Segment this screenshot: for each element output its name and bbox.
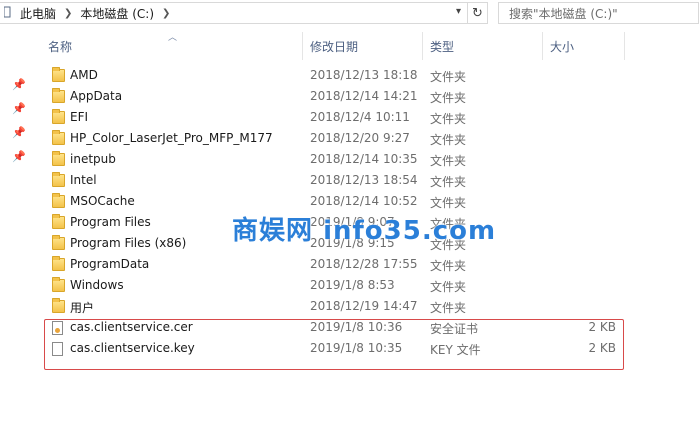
folder-icon xyxy=(52,130,65,145)
chevron-down-icon[interactable]: ▾ xyxy=(456,6,461,17)
breadcrumb-separator-icon[interactable]: ❯ xyxy=(162,8,170,19)
item-name: Intel xyxy=(70,173,97,187)
list-item[interactable]: MSOCache 2018/12/14 10:52 文件夹 xyxy=(46,191,626,212)
column-header-type[interactable]: 类型 xyxy=(430,38,454,55)
item-name: AppData xyxy=(70,89,123,103)
item-date: 2018/12/14 10:35 xyxy=(310,152,418,166)
item-date: 2018/12/28 17:55 xyxy=(310,257,418,271)
folder-icon xyxy=(52,256,65,271)
folder-icon xyxy=(52,109,65,124)
column-divider[interactable] xyxy=(422,32,423,60)
highlight-box xyxy=(44,319,624,370)
item-type: 文件夹 xyxy=(430,259,467,273)
address-bar[interactable]: 此电脑 ❯ 本地磁盘 (C:) ❯ ▾ xyxy=(0,2,468,24)
list-item[interactable]: EFI 2018/12/4 10:11 文件夹 xyxy=(46,107,626,128)
column-divider[interactable] xyxy=(542,32,543,60)
item-type: 文件夹 xyxy=(430,196,467,210)
folder-icon xyxy=(52,298,65,313)
pin-icon[interactable]: 📌 xyxy=(12,126,26,139)
item-name: EFI xyxy=(70,110,89,124)
folder-icon xyxy=(52,277,65,292)
folder-icon xyxy=(52,67,65,82)
folder-icon xyxy=(52,172,65,187)
item-date: 2019/1/8 8:53 xyxy=(310,278,395,292)
folder-icon xyxy=(52,235,65,250)
item-date: 2018/12/14 10:52 xyxy=(310,194,418,208)
item-name: Windows xyxy=(70,278,124,292)
item-name: 用户 xyxy=(70,301,95,315)
item-type: 文件夹 xyxy=(430,154,467,168)
item-name: inetpub xyxy=(70,152,116,166)
list-item[interactable]: Windows 2019/1/8 8:53 文件夹 xyxy=(46,275,626,296)
column-divider[interactable] xyxy=(302,32,303,60)
item-name: Program Files (x86) xyxy=(70,236,187,250)
item-type: 文件夹 xyxy=(430,133,467,147)
breadcrumb-this-pc[interactable]: 此电脑 xyxy=(20,5,56,22)
item-name: ProgramData xyxy=(70,257,150,271)
item-date: 2018/12/14 14:21 xyxy=(310,89,418,103)
watermark-en: info35.com xyxy=(323,216,497,246)
refresh-icon: ↻ xyxy=(472,5,483,21)
watermark: 商娱网 info35.com xyxy=(232,210,496,247)
column-header-row: ︿ 名称 修改日期 类型 大小 xyxy=(0,30,699,60)
folder-icon xyxy=(52,214,65,229)
this-pc-icon xyxy=(3,6,12,20)
item-name: AMD xyxy=(70,68,98,82)
item-type: 文件夹 xyxy=(430,70,467,84)
toolbar: 此电脑 ❯ 本地磁盘 (C:) ❯ ▾ ↻ 搜索"本地磁盘 (C:)" xyxy=(0,0,699,28)
sort-ascending-icon: ︿ xyxy=(168,33,178,43)
list-item[interactable]: AMD 2018/12/13 18:18 文件夹 xyxy=(46,65,626,86)
item-date: 2018/12/13 18:18 xyxy=(310,68,418,82)
breadcrumb-local-disk[interactable]: 本地磁盘 (C:) xyxy=(80,5,154,22)
item-name: MSOCache xyxy=(70,194,135,208)
folder-icon xyxy=(52,193,65,208)
folder-icon xyxy=(52,88,65,103)
item-type: 文件夹 xyxy=(430,280,467,294)
item-type: 文件夹 xyxy=(430,112,467,126)
pin-icon[interactable]: 📌 xyxy=(12,78,26,91)
breadcrumb-separator-icon[interactable]: ❯ xyxy=(64,8,72,19)
item-date: 2018/12/13 18:54 xyxy=(310,173,418,187)
column-header-size[interactable]: 大小 xyxy=(550,38,574,55)
folder-icon xyxy=(52,151,65,166)
item-type: 文件夹 xyxy=(430,175,467,189)
list-item[interactable]: HP_Color_LaserJet_Pro_MFP_M177 2018/12/2… xyxy=(46,128,626,149)
item-name: HP_Color_LaserJet_Pro_MFP_M177 xyxy=(70,131,273,145)
item-type: 文件夹 xyxy=(430,301,467,315)
item-date: 2018/12/20 9:27 xyxy=(310,131,410,145)
column-header-date[interactable]: 修改日期 xyxy=(310,38,358,55)
watermark-cn: 商娱网 xyxy=(232,216,314,246)
search-placeholder: 搜索"本地磁盘 (C:)" xyxy=(509,6,618,21)
list-item[interactable]: ProgramData 2018/12/28 17:55 文件夹 xyxy=(46,254,626,275)
item-name: Program Files xyxy=(70,215,151,229)
item-date: 2018/12/19 14:47 xyxy=(310,299,418,313)
pin-icon[interactable]: 📌 xyxy=(12,102,26,115)
list-item[interactable]: Intel 2018/12/13 18:54 文件夹 xyxy=(46,170,626,191)
refresh-button[interactable]: ↻ xyxy=(468,2,488,24)
search-input[interactable]: 搜索"本地磁盘 (C:)" xyxy=(498,2,699,24)
list-item[interactable]: AppData 2018/12/14 14:21 文件夹 xyxy=(46,86,626,107)
column-header-name[interactable]: 名称 xyxy=(48,38,72,55)
item-date: 2018/12/4 10:11 xyxy=(310,110,410,124)
list-item[interactable]: 用户 2018/12/19 14:47 文件夹 xyxy=(46,296,626,317)
list-item[interactable]: inetpub 2018/12/14 10:35 文件夹 xyxy=(46,149,626,170)
pin-icon[interactable]: 📌 xyxy=(12,150,26,163)
item-type: 文件夹 xyxy=(430,91,467,105)
column-divider[interactable] xyxy=(624,32,625,60)
